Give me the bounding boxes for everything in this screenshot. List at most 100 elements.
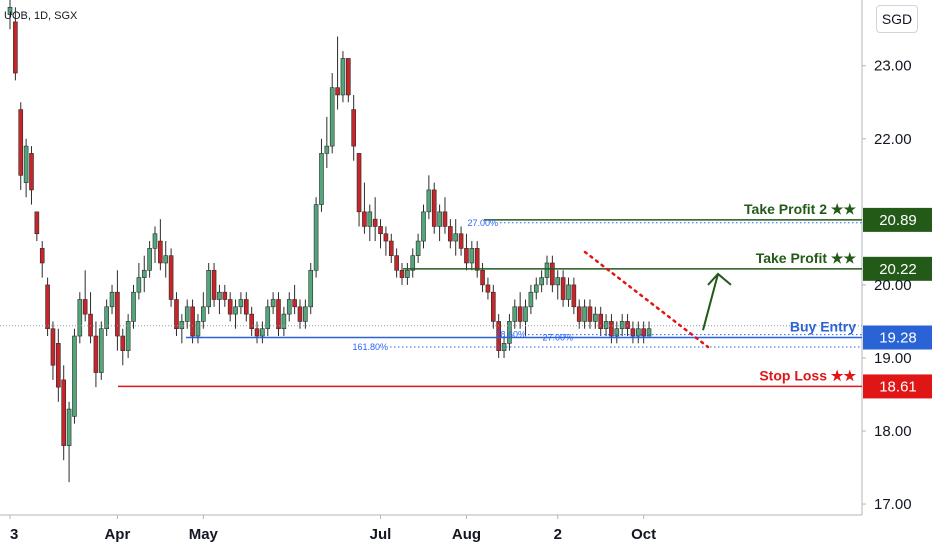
- candle-body: [88, 313, 93, 337]
- candle-body: [512, 306, 518, 322]
- y-tick-label: 20.00: [874, 277, 912, 294]
- candle: [233, 299, 238, 329]
- candle-body: [539, 277, 544, 286]
- candle: [571, 277, 577, 315]
- y-tick-label: 17.00: [874, 496, 912, 513]
- candle: [340, 51, 346, 103]
- candle: [276, 292, 281, 337]
- candle-body: [464, 248, 469, 264]
- candle: [598, 306, 604, 337]
- candle: [474, 241, 480, 278]
- candle-body: [163, 255, 169, 264]
- candle-body: [184, 306, 190, 322]
- candle-body: [340, 58, 346, 96]
- candle: [313, 197, 319, 278]
- candle-body: [555, 277, 561, 286]
- candle: [378, 219, 383, 249]
- candle: [582, 299, 587, 329]
- candle: [550, 255, 555, 293]
- candle-body: [453, 233, 459, 242]
- candle: [308, 262, 314, 315]
- candle: [286, 292, 292, 322]
- candle: [329, 73, 335, 154]
- candle: [270, 292, 276, 315]
- candle-body: [426, 189, 432, 213]
- y-tick-label: 19.00: [874, 350, 912, 367]
- candle: [88, 292, 93, 344]
- candle: [431, 182, 437, 234]
- candle-body: [303, 306, 308, 322]
- candle-body: [238, 299, 244, 308]
- x-tick-label: 3: [10, 526, 18, 543]
- candle-body: [174, 299, 179, 330]
- candle-body: [286, 299, 292, 315]
- candle: [490, 284, 496, 329]
- candle: [72, 328, 77, 424]
- candle-body: [367, 211, 373, 227]
- x-tick-label: Oct: [631, 526, 656, 543]
- fib-label: 27.00%: [542, 332, 573, 342]
- candle: [539, 270, 544, 293]
- candle-body: [254, 328, 260, 337]
- chart-frame: [0, 0, 863, 516]
- candle: [383, 226, 389, 256]
- candle-body: [544, 262, 550, 278]
- candles-group: [7, 0, 652, 483]
- y-tick-label: 18.00: [874, 423, 912, 440]
- candle-body: [297, 306, 303, 322]
- candle: [147, 241, 152, 278]
- fib-label: 27.00%: [467, 218, 498, 228]
- candle: [372, 197, 378, 242]
- candle-body: [372, 218, 378, 227]
- candle-body: [603, 321, 609, 330]
- candle: [243, 292, 249, 322]
- candle-body: [109, 291, 115, 308]
- candle: [560, 270, 566, 307]
- level-label: Buy Entry: [790, 318, 856, 334]
- candle-body: [351, 109, 356, 147]
- candle-body: [598, 313, 604, 330]
- candle-body: [217, 291, 222, 300]
- candle-body: [560, 277, 566, 300]
- candle-body: [329, 87, 335, 147]
- overlays-group: Take Profit 2 ★★ 20.89 Take Profit ★★ 20.22…: [0, 201, 932, 399]
- candle-body: [147, 248, 152, 271]
- candle: [120, 328, 126, 366]
- candle: [394, 248, 399, 278]
- candle: [23, 138, 29, 198]
- x-tick-label: May: [189, 526, 219, 543]
- candle: [195, 314, 201, 344]
- candle: [109, 284, 115, 315]
- candle: [646, 321, 652, 337]
- candle: [227, 292, 233, 322]
- candle: [82, 270, 88, 322]
- candle-body: [13, 21, 18, 74]
- candle: [163, 241, 169, 278]
- candle: [528, 284, 534, 315]
- candle: [415, 233, 421, 263]
- candle-body: [609, 321, 614, 337]
- candle: [45, 277, 50, 337]
- candle: [480, 262, 485, 293]
- candle-body: [45, 284, 50, 330]
- candle: [625, 314, 630, 337]
- candle-body: [593, 313, 598, 322]
- candle-body: [34, 211, 40, 235]
- candle: [614, 321, 620, 344]
- candle-body: [533, 284, 539, 293]
- candle-body: [222, 291, 228, 300]
- candle-body: [243, 299, 249, 315]
- candle: [158, 219, 163, 271]
- candle: [260, 321, 265, 344]
- candle: [211, 262, 217, 307]
- candle: [399, 262, 405, 285]
- candle-body: [517, 306, 523, 322]
- candle: [593, 306, 598, 329]
- candle-body: [576, 306, 582, 322]
- candle-body: [115, 291, 120, 337]
- candle-body: [378, 226, 383, 235]
- candle-body: [469, 248, 475, 264]
- candle-body: [72, 335, 77, 417]
- candle-body: [523, 306, 528, 322]
- candle-body: [233, 306, 238, 315]
